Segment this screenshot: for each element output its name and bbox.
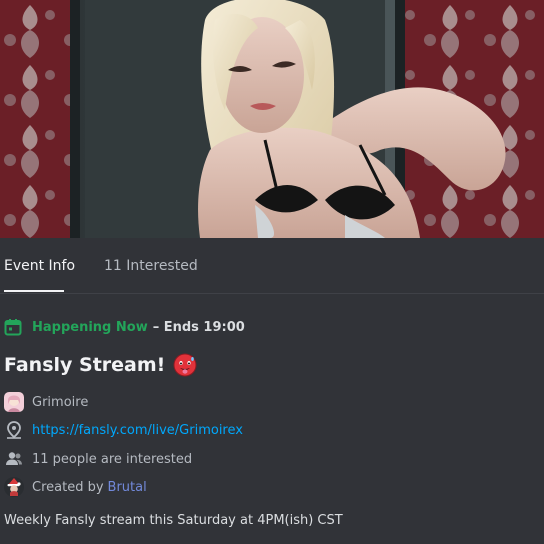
created-by-label: Created by: [32, 479, 104, 495]
event-tabs: Event Info 11 Interested: [0, 238, 544, 294]
active-tab-indicator: [4, 290, 64, 292]
hot-face-emoji-icon: [173, 353, 197, 377]
location-pin-icon: [7, 421, 21, 439]
event-title-row: Fansly Stream!: [4, 351, 197, 379]
tab-event-info[interactable]: Event Info: [4, 257, 75, 275]
event-status: Happening Now – Ends 19:00: [4, 317, 245, 337]
host-name: Grimoire: [32, 394, 89, 410]
event-description: Weekly Fansly stream this Saturday at 4P…: [4, 513, 343, 528]
event-cover-image: [0, 0, 544, 238]
interested-count: 11 people are interested: [32, 451, 193, 467]
creator-name[interactable]: Brutal: [108, 480, 147, 495]
event-interested-row: 11 people are interested: [4, 448, 192, 470]
calendar-icon: [4, 319, 22, 336]
creator-avatar[interactable]: [4, 477, 24, 497]
location-link[interactable]: https://fansly.com/live/Grimoirex: [32, 423, 243, 438]
people-icon: [6, 452, 22, 465]
event-creator-row: Created by Brutal: [4, 476, 147, 498]
host-avatar[interactable]: [4, 392, 24, 412]
tab-interested[interactable]: 11 Interested: [104, 257, 198, 275]
event-host-row: Grimoire: [4, 391, 88, 413]
happening-now-label: Happening Now: [32, 319, 148, 335]
event-title: Fansly Stream!: [4, 354, 166, 376]
event-location-row: https://fansly.com/live/Grimoirex: [4, 419, 243, 441]
event-end-time: – Ends 19:00: [152, 319, 245, 335]
